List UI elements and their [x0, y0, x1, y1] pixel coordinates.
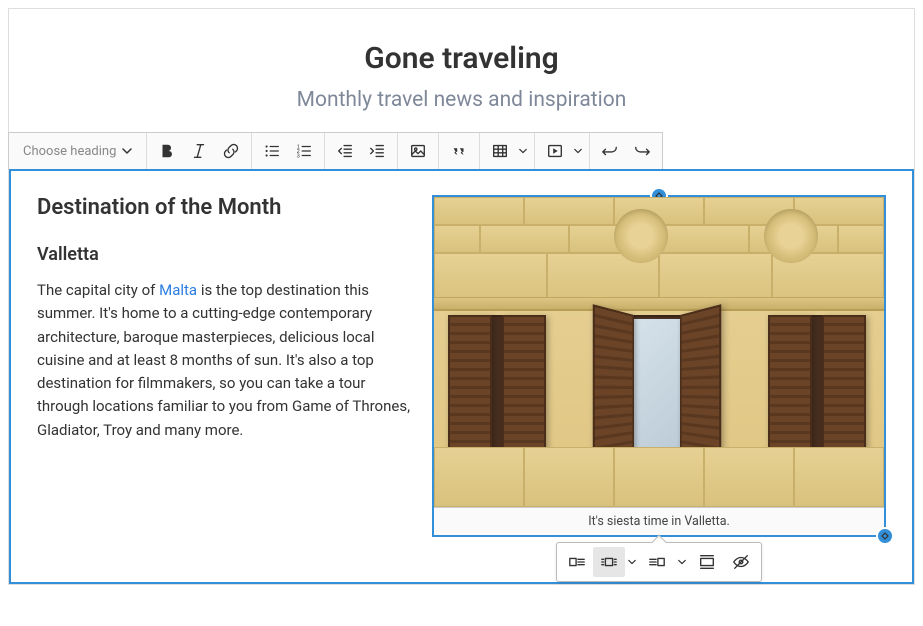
blockquote-button[interactable] [443, 135, 475, 167]
bold-icon [158, 142, 176, 160]
link-icon [222, 142, 240, 160]
full-width-icon [698, 553, 716, 571]
content-heading[interactable]: Destination of the Month [37, 195, 412, 220]
toggle-caption-button[interactable] [725, 547, 757, 577]
media-button[interactable] [539, 135, 571, 167]
undo-icon [601, 142, 619, 160]
content-subheading[interactable]: Valletta [37, 244, 412, 265]
numbered-list-button[interactable]: 123 [288, 135, 320, 167]
svg-text:3: 3 [297, 153, 300, 159]
image-balloon-toolbar [556, 542, 762, 582]
content-paragraph[interactable]: The capital city of Malta is the top des… [37, 279, 412, 442]
align-center-button[interactable] [593, 547, 625, 577]
italic-button[interactable] [183, 135, 215, 167]
chevron-down-icon [574, 147, 582, 155]
chevron-down-icon [122, 146, 132, 156]
para-text-after: is the top destination this summer. It's… [37, 281, 410, 439]
redo-icon [633, 142, 651, 160]
document-outer: Gone traveling Monthly travel news and i… [8, 8, 915, 585]
align-center-caret[interactable] [625, 558, 639, 566]
chevron-down-icon [628, 558, 636, 566]
redo-button[interactable] [626, 135, 658, 167]
align-right-caret[interactable] [675, 558, 689, 566]
editor-content-area[interactable]: Destination of the Month Valletta The ca… [9, 169, 914, 584]
bulleted-list-icon [263, 142, 281, 160]
outdent-icon [336, 142, 354, 160]
align-left-icon [568, 553, 586, 571]
table-dropdown[interactable] [484, 135, 530, 167]
media-icon [546, 142, 564, 160]
full-width-button[interactable] [691, 547, 723, 577]
text-column[interactable]: Destination of the Month Valletta The ca… [37, 195, 412, 442]
image-widget[interactable]: It's siesta time in Valletta. [432, 195, 886, 537]
header: Gone traveling Monthly travel news and i… [9, 9, 914, 132]
resize-handle-bottom-right[interactable] [876, 527, 894, 545]
image-caption[interactable]: It's siesta time in Valletta. [434, 507, 884, 535]
indent-icon [368, 142, 386, 160]
image-icon [409, 142, 427, 160]
media-dropdown[interactable] [539, 135, 585, 167]
chevron-down-icon [519, 147, 527, 155]
image-button[interactable] [402, 135, 434, 167]
heading-dropdown[interactable]: Choose heading [13, 133, 142, 169]
chevron-down-icon [678, 558, 686, 566]
align-center-icon [600, 553, 618, 571]
bold-button[interactable] [151, 135, 183, 167]
italic-icon [190, 142, 208, 160]
indent-button[interactable] [361, 135, 393, 167]
malta-link[interactable]: Malta [159, 281, 197, 299]
table-icon [491, 142, 509, 160]
para-text-before: The capital city of [37, 281, 159, 299]
align-right-button[interactable] [641, 547, 673, 577]
undo-button[interactable] [594, 135, 626, 167]
editor-toolbar: Choose heading 123 [8, 132, 663, 170]
bulleted-list-button[interactable] [256, 135, 288, 167]
page-title: Gone traveling [29, 41, 894, 76]
outdent-button[interactable] [329, 135, 361, 167]
eye-off-icon [732, 553, 750, 571]
image-content[interactable] [434, 197, 884, 507]
heading-dropdown-label: Choose heading [23, 144, 116, 159]
align-left-button[interactable] [561, 547, 593, 577]
link-button[interactable] [215, 135, 247, 167]
page-subtitle: Monthly travel news and inspiration [29, 88, 894, 112]
numbered-list-icon: 123 [295, 142, 313, 160]
table-button[interactable] [484, 135, 516, 167]
quote-icon [450, 142, 468, 160]
align-right-icon [648, 553, 666, 571]
